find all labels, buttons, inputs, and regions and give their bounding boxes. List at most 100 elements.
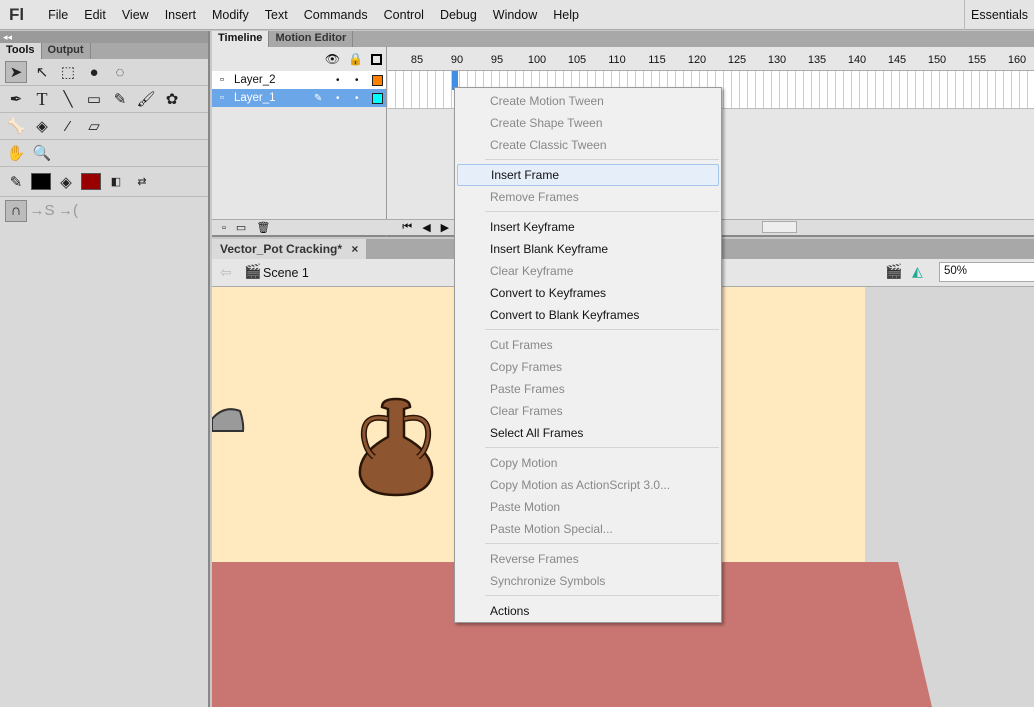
ruler-label: 85 [410,54,424,66]
brush-tool-icon[interactable]: 🖌 [135,88,157,110]
show-hide-icon[interactable]: 👁 [325,52,340,66]
new-folder-icon[interactable]: ▭ [236,221,246,234]
3d-rotation-tool-icon[interactable]: ● [83,61,105,83]
layer-name: Layer_2 [234,74,276,86]
menu-separator [485,595,719,596]
rectangle-tool-icon[interactable]: ▭ [83,88,105,110]
frame-ruler[interactable]: 85 90 95 100 105 110 115 120 125 130 135 140 145 150 1… [388,47,1034,71]
bone-tool-icon[interactable]: 🦴 [5,115,27,137]
menu-item-insert-blank-keyframe[interactable]: Insert Blank Keyframe [457,238,719,260]
tab-motion-editor[interactable]: Motion Editor [269,31,354,47]
edit-symbols-icon[interactable]: ◭ [912,263,923,280]
document-tab[interactable]: Vector_Pot Cracking* × [212,239,367,259]
deco-tool-icon[interactable]: ✿ [161,88,183,110]
menu-item-copy-motion-as-actionscript-3-0[interactable]: Copy Motion as ActionScript 3.0... [457,474,719,496]
layer-color-swatch[interactable] [372,92,383,104]
swap-colors-icon[interactable]: ⇄ [131,171,153,193]
layer-row[interactable]: ▫ Layer_2 • • [212,71,386,89]
snap-to-objects-icon[interactable]: ∩ [5,199,27,222]
paint-bucket-tool-icon[interactable]: ◈ [31,115,53,137]
visibility-dot[interactable]: • [336,93,340,104]
menu-item-create-motion-tween[interactable]: Create Motion Tween [457,90,719,112]
menu-item-create-classic-tween[interactable]: Create Classic Tween [457,134,719,156]
menu-item-reverse-frames[interactable]: Reverse Frames [457,548,719,570]
first-frame-icon[interactable]: ⏮ [402,221,412,234]
tab-tools[interactable]: Tools [0,43,42,59]
default-colors-icon[interactable]: ◧ [105,171,127,193]
close-tab-icon[interactable]: × [351,242,358,256]
menu-item-paste-motion-special[interactable]: Paste Motion Special... [457,518,719,540]
ruler-label: 110 [608,54,626,66]
eraser-tool-icon[interactable]: ▱ [83,115,105,137]
smooth-icon[interactable]: →S [30,200,55,222]
menu-text[interactable]: Text [257,8,296,22]
menu-control[interactable]: Control [376,8,432,22]
menu-item-convert-to-keyframes[interactable]: Convert to Keyframes [457,282,719,304]
pencil-tool-icon[interactable]: ✎ [109,88,131,110]
tools-panel: ◂◂ Tools Output ➤ ↖ ⬚ ● ◌ ✒ T ╲ ▭ ✎ 🖌 ✿ … [0,31,210,707]
scene-label[interactable]: Scene 1 [263,266,309,280]
lasso-tool-icon[interactable]: ◌ [109,61,131,83]
timeline-scrollbar[interactable] [762,221,797,233]
hand-tool-icon[interactable]: ✋ [5,142,27,164]
menu-insert[interactable]: Insert [157,8,204,22]
menu-modify[interactable]: Modify [204,8,257,22]
menu-view[interactable]: View [114,8,157,22]
line-tool-icon[interactable]: ╲ [57,88,79,110]
ruler-label: 150 [927,54,947,66]
menu-item-convert-to-blank-keyframes[interactable]: Convert to Blank Keyframes [457,304,719,326]
menu-item-copy-motion[interactable]: Copy Motion [457,452,719,474]
prev-frame-icon[interactable]: ◀ [422,221,430,234]
back-arrow-icon[interactable]: ⇦ [220,264,232,281]
menu-item-clear-keyframe[interactable]: Clear Keyframe [457,260,719,282]
selection-tool-icon[interactable]: ➤ [5,61,27,83]
zoom-tool-icon[interactable]: 🔍 [31,142,53,164]
lock-dot[interactable]: • [355,93,359,104]
outline-icon[interactable] [371,53,382,65]
menu-help[interactable]: Help [545,8,587,22]
pen-tool-icon[interactable]: ✒ [5,88,27,110]
play-icon[interactable]: ▶ [441,221,449,234]
menu-commands[interactable]: Commands [296,8,376,22]
stroke-color-swatch[interactable] [31,173,51,190]
menu-item-paste-frames[interactable]: Paste Frames [457,378,719,400]
menu-item-create-shape-tween[interactable]: Create Shape Tween [457,112,719,134]
menu-item-actions[interactable]: Actions [457,600,719,622]
menu-item-remove-frames[interactable]: Remove Frames [457,186,719,208]
menu-edit[interactable]: Edit [76,8,114,22]
menu-file[interactable]: File [40,8,76,22]
lock-icon[interactable]: 🔒 [348,52,363,66]
layer-icon: ▫ [220,92,225,104]
menu-debug[interactable]: Debug [432,8,485,22]
visibility-dot[interactable]: • [336,75,340,86]
workspace-switcher[interactable]: Essentials [964,0,1034,30]
menu-item-insert-keyframe[interactable]: Insert Keyframe [457,216,719,238]
ruler-label: 140 [847,54,867,66]
straighten-icon[interactable]: →( [57,200,79,222]
edit-scene-icon[interactable]: 🎬 [885,263,902,280]
lock-dot[interactable]: • [355,75,359,86]
menu-item-select-all-frames[interactable]: Select All Frames [457,422,719,444]
tab-timeline[interactable]: Timeline [212,31,270,47]
collapse-panel-button[interactable]: ◂◂ [0,31,208,43]
free-transform-tool-icon[interactable]: ⬚ [57,61,79,83]
zoom-select[interactable]: 50% [939,262,1034,282]
menu-item-insert-frame[interactable]: Insert Frame [457,164,719,186]
eyedropper-tool-icon[interactable]: ⁄ [57,115,79,137]
menu-item-paste-motion[interactable]: Paste Motion [457,496,719,518]
menu-item-copy-frames[interactable]: Copy Frames [457,356,719,378]
fill-color-swatch[interactable] [81,173,101,190]
menu-window[interactable]: Window [485,8,545,22]
menu-item-synchronize-symbols[interactable]: Synchronize Symbols [457,570,719,592]
layer-row[interactable]: ▫ Layer_1 ✎ • • [212,89,386,107]
menu-separator [485,211,719,212]
document-tab-label: Vector_Pot Cracking* [220,242,343,256]
text-tool-icon[interactable]: T [31,88,53,110]
menu-item-cut-frames[interactable]: Cut Frames [457,334,719,356]
subselection-tool-icon[interactable]: ↖ [31,61,53,83]
tab-output[interactable]: Output [42,43,91,59]
new-layer-icon[interactable]: ▫ [222,222,226,234]
layer-color-swatch[interactable] [372,74,383,86]
menu-item-clear-frames[interactable]: Clear Frames [457,400,719,422]
delete-layer-icon[interactable]: 🗑 [256,221,270,234]
